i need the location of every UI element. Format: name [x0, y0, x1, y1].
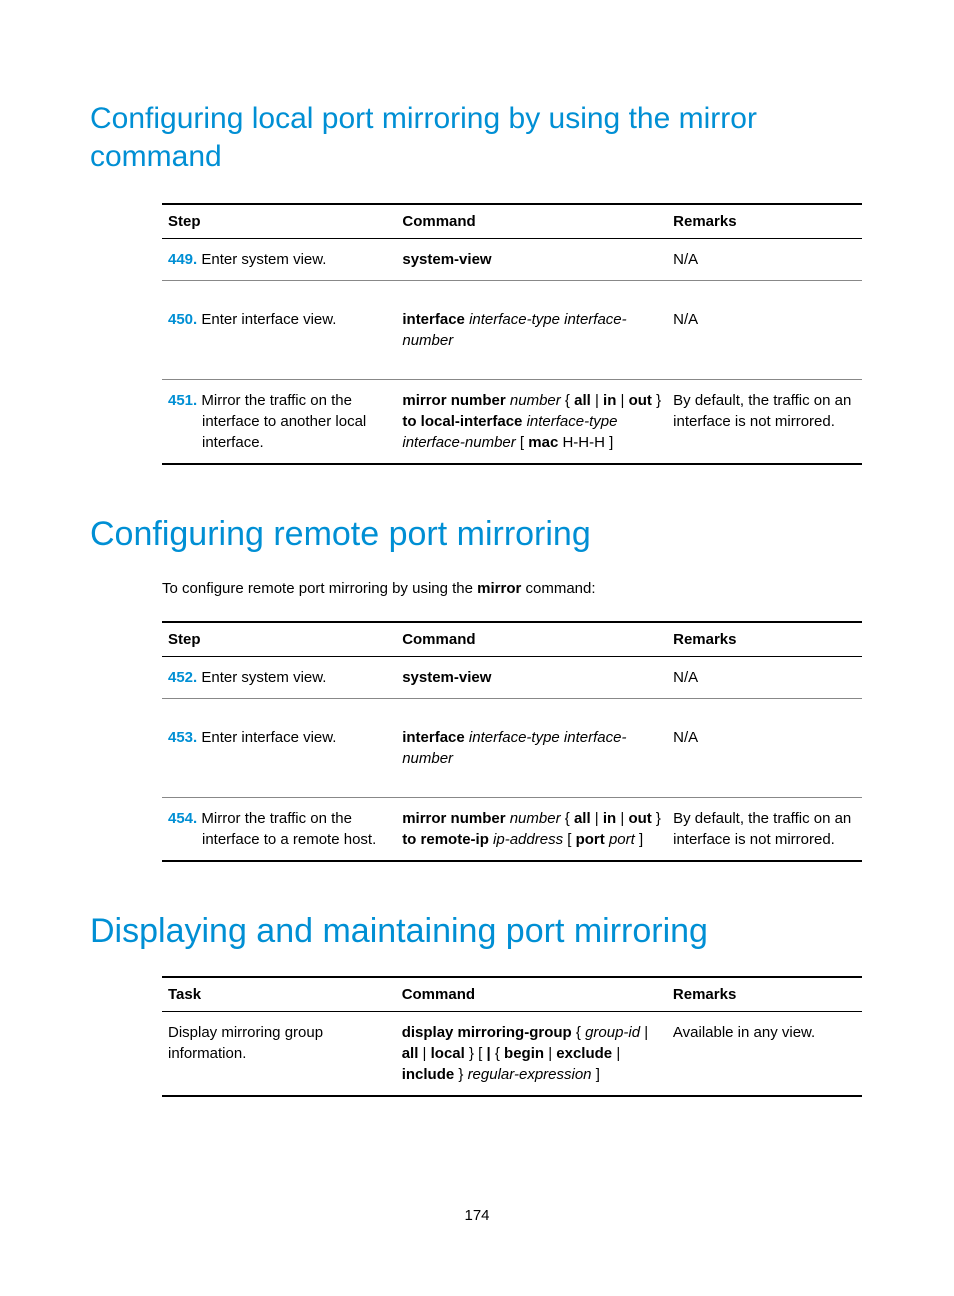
th-step: Step: [162, 204, 396, 239]
step-number: 449.: [168, 251, 197, 268]
cell-command: mirror number number { all | in | out } …: [396, 380, 667, 465]
step-number: 451.: [168, 392, 197, 409]
intro-post: command:: [521, 580, 595, 597]
cell-step: 451. Mirror the traffic on the interface…: [162, 380, 396, 465]
cell-remarks: By default, the traffic on an interface …: [667, 380, 862, 465]
th-command: Command: [396, 977, 667, 1012]
th-remarks: Remarks: [667, 977, 862, 1012]
th-remarks: Remarks: [667, 622, 862, 657]
cell-command: interface interface-type interface-numbe…: [396, 281, 667, 380]
step-text: Enter interface view.: [201, 729, 336, 746]
cell-command: interface interface-type interface-numbe…: [396, 698, 667, 797]
th-step: Step: [162, 622, 396, 657]
th-remarks: Remarks: [667, 204, 862, 239]
section2-title: Configuring remote port mirroring: [90, 513, 864, 556]
table-row: 449. Enter system view.system-viewN/A: [162, 239, 862, 281]
step-text: Mirror the traffic on the interface to a…: [201, 810, 376, 848]
cell-step: 449. Enter system view.: [162, 239, 396, 281]
cell-command: system-view: [396, 239, 667, 281]
page-number: 174: [0, 1207, 954, 1224]
cell-command: mirror number number { all | in | out } …: [396, 797, 667, 861]
table-row: 452. Enter system view.system-viewN/A: [162, 656, 862, 698]
table-row: Display mirroring group information.disp…: [162, 1012, 862, 1097]
step-number: 450.: [168, 311, 197, 328]
step-text: Enter interface view.: [201, 311, 336, 328]
intro-pre: To configure remote port mirroring by us…: [162, 580, 477, 597]
th-command: Command: [396, 622, 667, 657]
table-row: 450. Enter interface view.interface inte…: [162, 281, 862, 380]
cell-remarks: N/A: [667, 656, 862, 698]
th-task: Task: [162, 977, 396, 1012]
cell-step: 452. Enter system view.: [162, 656, 396, 698]
th-command: Command: [396, 204, 667, 239]
table-row: 451. Mirror the traffic on the interface…: [162, 380, 862, 465]
cell-step: 454. Mirror the traffic on the interface…: [162, 797, 396, 861]
cell-remarks: By default, the traffic on an interface …: [667, 797, 862, 861]
step-number: 453.: [168, 729, 197, 746]
step-number: 452.: [168, 669, 197, 686]
table-row: 453. Enter interface view.interface inte…: [162, 698, 862, 797]
cell-step: 453. Enter interface view.: [162, 698, 396, 797]
step-number: 454.: [168, 810, 197, 827]
cell-task: Display mirroring group information.: [162, 1012, 396, 1097]
step-text: Enter system view.: [201, 669, 326, 686]
cell-remarks: Available in any view.: [667, 1012, 862, 1097]
cell-remarks: N/A: [667, 239, 862, 281]
cell-remarks: N/A: [667, 281, 862, 380]
cell-command: display mirroring-group { group-id | all…: [396, 1012, 667, 1097]
table-local-mirroring: Step Command Remarks 449. Enter system v…: [162, 203, 862, 465]
table-display-maintain: Task Command Remarks Display mirroring g…: [162, 976, 862, 1097]
table-row: 454. Mirror the traffic on the interface…: [162, 797, 862, 861]
section1-title: Configuring local port mirroring by usin…: [90, 100, 864, 175]
step-text: Mirror the traffic on the interface to a…: [201, 392, 366, 451]
step-text: Enter system view.: [201, 251, 326, 268]
cell-step: 450. Enter interface view.: [162, 281, 396, 380]
cell-command: system-view: [396, 656, 667, 698]
cell-remarks: N/A: [667, 698, 862, 797]
intro-bold: mirror: [477, 580, 521, 597]
section3-title: Displaying and maintaining port mirrorin…: [90, 910, 864, 953]
table-remote-mirroring: Step Command Remarks 452. Enter system v…: [162, 621, 862, 862]
section2-intro: To configure remote port mirroring by us…: [162, 580, 864, 597]
